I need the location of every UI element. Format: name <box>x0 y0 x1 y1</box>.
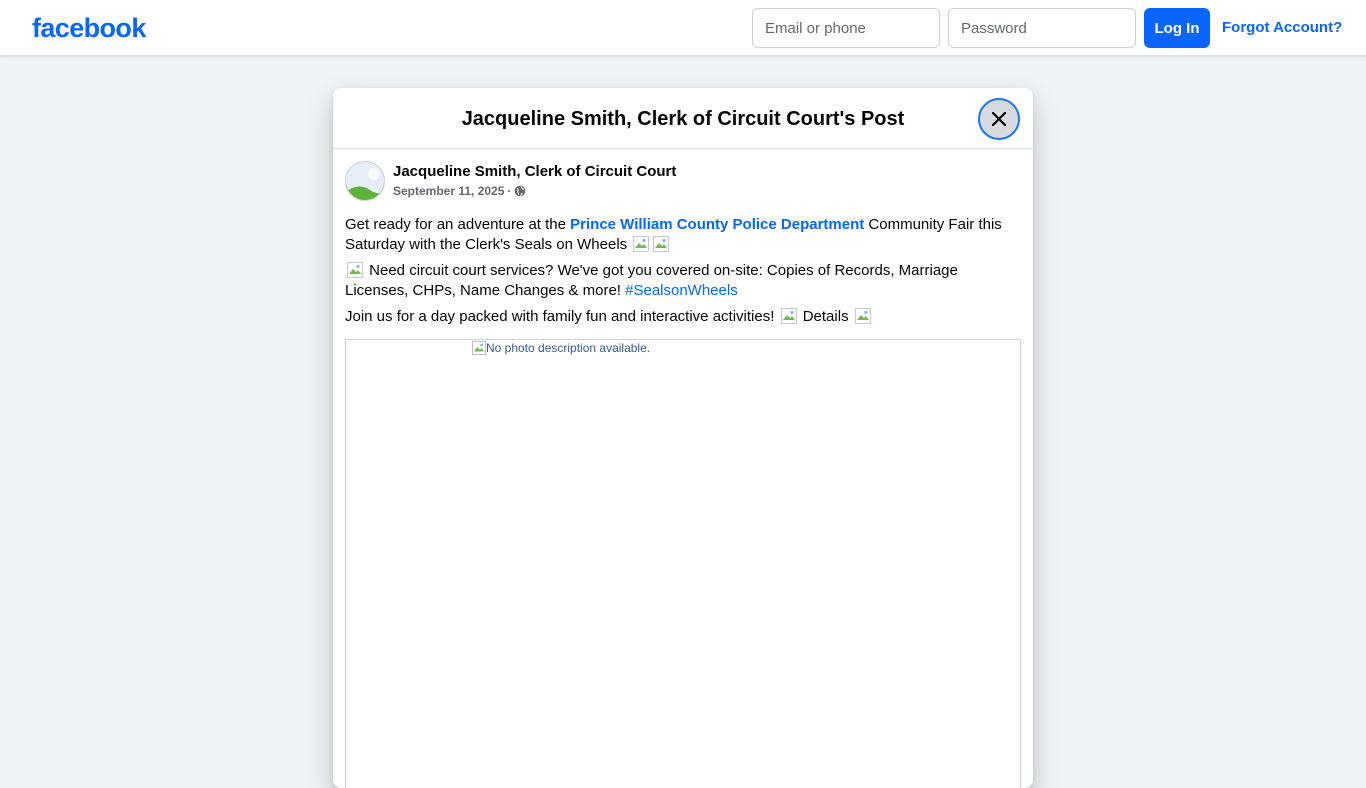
post-photo[interactable]: No photo description available. <box>345 339 1021 788</box>
emoji-image-icon <box>780 308 797 324</box>
avatar-image-icon <box>346 162 384 200</box>
emoji-image-icon <box>633 236 650 252</box>
author-name[interactable]: Jacqueline Smith, Clerk of Circuit Court <box>393 162 676 182</box>
emoji-image-icon <box>347 262 363 278</box>
author-avatar[interactable] <box>345 161 385 201</box>
globe-icon <box>515 185 526 197</box>
meta-separator: · <box>507 184 512 198</box>
paragraph-text: Join us for a day packed with family fun… <box>345 308 779 325</box>
password-field[interactable] <box>948 8 1136 48</box>
post-meta: September 11, 2025 · <box>393 183 526 199</box>
dialog-header: Jacqueline Smith, Clerk of Circuit Court… <box>333 88 1033 149</box>
emoji-image-icon <box>854 308 871 324</box>
email-field[interactable] <box>752 8 940 48</box>
photo-alt-text-row: No photo description available. <box>472 341 650 355</box>
forgot-account-link[interactable]: Forgot Account? <box>1222 18 1342 38</box>
photo-alt-text: No photo description available. <box>486 341 651 355</box>
broken-image-icon <box>472 341 486 355</box>
close-icon <box>991 111 1007 127</box>
dialog-title: Jacqueline Smith, Clerk of Circuit Court… <box>461 108 905 130</box>
close-button[interactable] <box>978 98 1020 140</box>
paragraph-text: Details <box>798 308 853 325</box>
mentioned-page-link[interactable]: Prince William County Police Department <box>570 216 864 233</box>
login-button[interactable]: Log In <box>1144 8 1210 48</box>
post-author-row: Jacqueline Smith, Clerk of Circuit Court… <box>345 161 1021 203</box>
post-paragraph-2: Need circuit court services? We've got y… <box>345 261 1021 301</box>
emoji-image-icon <box>653 236 670 252</box>
post-paragraph-1: Get ready for an adventure at the Prince… <box>345 215 1021 255</box>
paragraph-text: Get ready for an adventure at the <box>345 216 571 233</box>
post-text: Get ready for an adventure at the Prince… <box>345 215 1021 327</box>
hashtag-link[interactable]: #SealsonWheels <box>625 282 738 299</box>
top-navigation-bar: facebook Log In Forgot Account? <box>0 0 1366 56</box>
post-dialog: Jacqueline Smith, Clerk of Circuit Court… <box>333 88 1033 788</box>
post-body: Jacqueline Smith, Clerk of Circuit Court… <box>333 149 1033 788</box>
post-date[interactable]: September 11, 2025 <box>393 183 504 199</box>
facebook-logo[interactable]: facebook <box>32 12 146 44</box>
post-paragraph-3: Join us for a day packed with family fun… <box>345 307 1021 327</box>
